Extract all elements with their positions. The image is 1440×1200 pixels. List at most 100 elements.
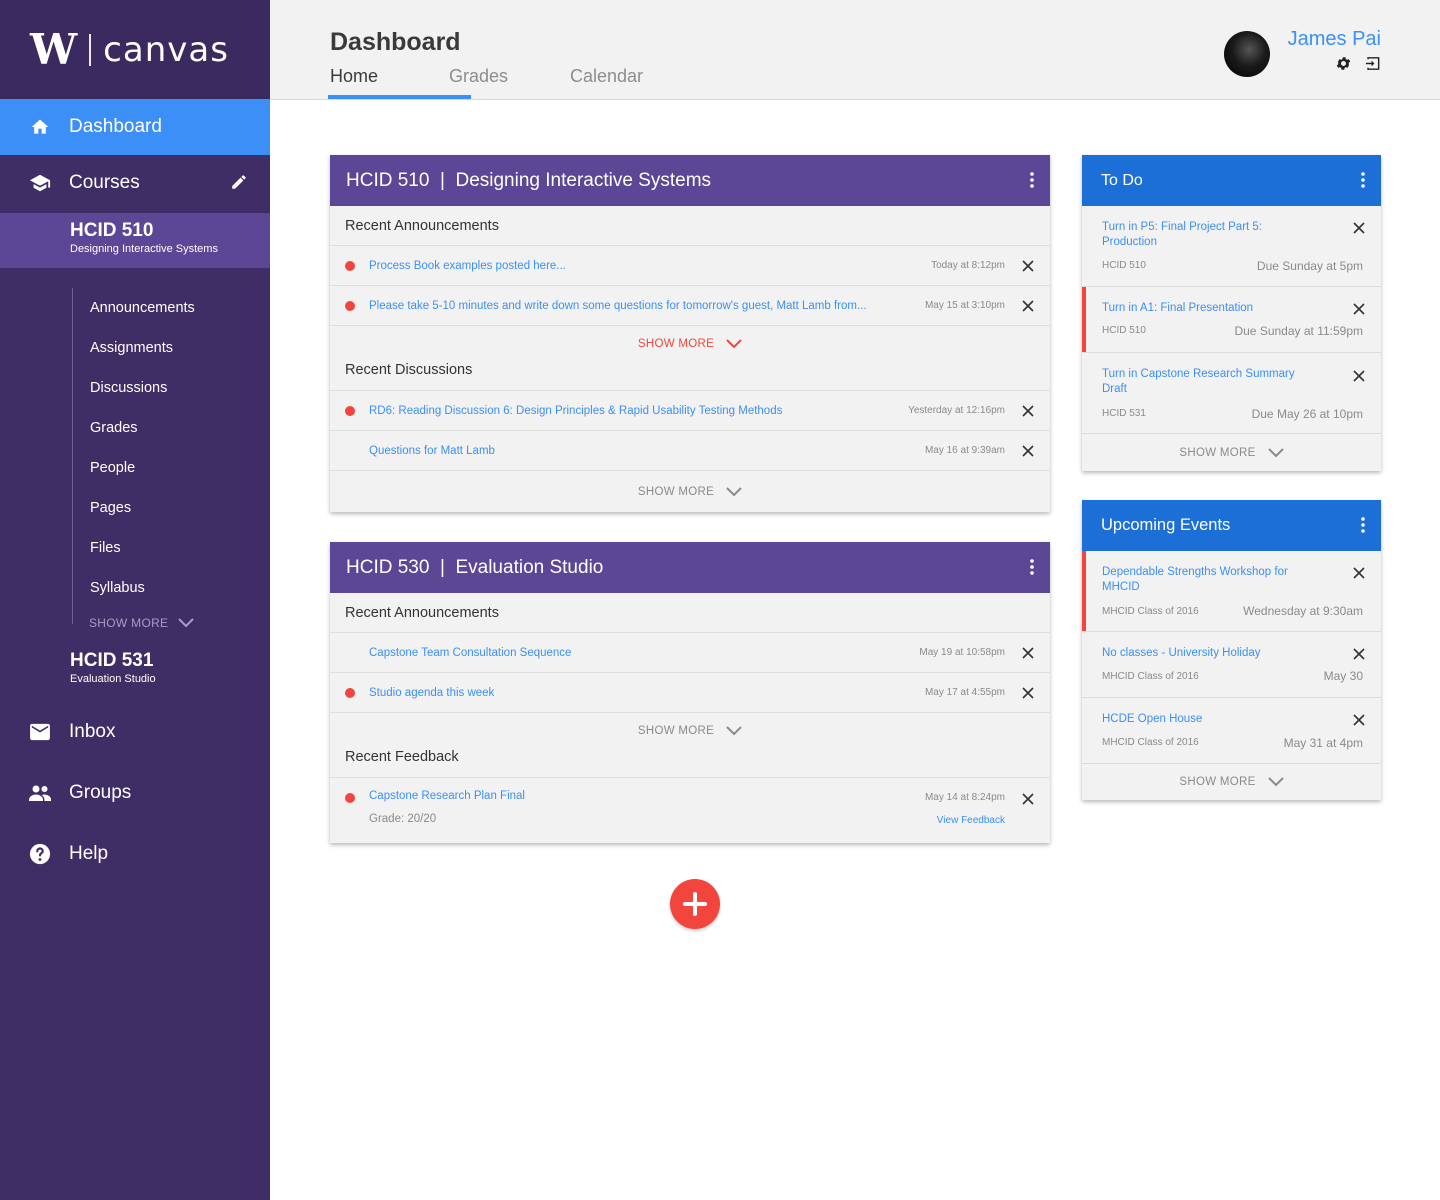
announcement-row[interactable]: Process Book examples posted here... Tod… <box>330 246 1050 286</box>
close-icon[interactable] <box>1353 566 1365 584</box>
sidebar-item-dashboard[interactable]: Dashboard <box>0 99 270 155</box>
show-more-button[interactable]: SHOW MORE <box>1082 434 1381 471</box>
announcement-row[interactable]: Please take 5-10 minutes and write down … <box>330 286 1050 326</box>
kebab-icon[interactable] <box>1361 172 1365 193</box>
event-title[interactable]: HCDE Open House <box>1102 712 1312 727</box>
subnav-discussions[interactable]: Discussions <box>73 368 270 408</box>
event-when: May 30 <box>1323 669 1363 683</box>
unread-dot <box>345 688 355 698</box>
gear-icon[interactable] <box>1335 55 1352 77</box>
discussion-row[interactable]: RD6: Reading Discussion 6: Design Princi… <box>330 391 1050 431</box>
todo-title[interactable]: Turn in P5: Final Project Part 5: Produc… <box>1102 220 1312 250</box>
close-icon[interactable] <box>1022 646 1034 664</box>
event-title[interactable]: Dependable Strengths Workshop for MHCID <box>1102 565 1312 595</box>
sidebar-item-groups[interactable]: Groups <box>0 765 270 821</box>
timestamp: Today at 8:12pm <box>931 260 1005 271</box>
announcement-link[interactable]: Process Book examples posted here... <box>369 260 566 272</box>
feedback-link[interactable]: Capstone Research Plan Final <box>369 790 525 802</box>
top-header: Dashboard Home Grades Calendar James Pai <box>270 0 1440 100</box>
sidebar-item-courses[interactable]: Courses <box>0 155 270 211</box>
add-course-button[interactable] <box>670 879 720 929</box>
announcement-link[interactable]: Studio agenda this week <box>369 687 494 699</box>
user-name[interactable]: James Pai <box>1288 28 1381 51</box>
pencil-icon[interactable] <box>230 173 248 197</box>
discussion-row[interactable]: Questions for Matt Lamb May 16 at 9:39am <box>330 431 1050 471</box>
close-icon[interactable] <box>1353 221 1365 239</box>
course-name: Evaluation Studio <box>70 673 156 685</box>
announcement-link[interactable]: Please take 5-10 minutes and write down … <box>369 300 867 312</box>
help-icon <box>28 842 52 866</box>
sidebar-item-inbox[interactable]: Inbox <box>0 704 270 760</box>
chevron-down-icon <box>1267 777 1284 787</box>
subnav-show-more[interactable]: SHOW MORE <box>73 608 270 638</box>
tab-calendar[interactable]: Calendar <box>570 66 643 99</box>
announcement-link[interactable]: Capstone Team Consultation Sequence <box>369 647 571 659</box>
sidebar-course-hcid531[interactable]: HCID 531 Evaluation Studio <box>0 650 270 685</box>
avatar[interactable] <box>1224 31 1270 77</box>
discussion-link[interactable]: Questions for Matt Lamb <box>369 445 495 457</box>
announcement-row[interactable]: Capstone Team Consultation Sequence May … <box>330 633 1050 673</box>
todo-item[interactable]: Turn in Capstone Research Summary Draft … <box>1082 353 1381 434</box>
event-when: May 31 at 4pm <box>1283 736 1363 750</box>
show-more-button[interactable]: SHOW MORE <box>330 326 1050 362</box>
kebab-icon[interactable] <box>1030 559 1034 581</box>
close-icon[interactable] <box>1353 369 1365 387</box>
discussion-link[interactable]: RD6: Reading Discussion 6: Design Princi… <box>369 405 782 417</box>
panel-header[interactable]: To Do <box>1082 155 1381 206</box>
subnav-announcements[interactable]: Announcements <box>73 288 270 328</box>
todo-item[interactable]: Turn in P5: Final Project Part 5: Produc… <box>1082 206 1381 287</box>
close-icon[interactable] <box>1353 302 1365 320</box>
event-title[interactable]: No classes - University Holiday <box>1102 646 1312 661</box>
show-more-button[interactable]: SHOW MORE <box>330 713 1050 749</box>
todo-title[interactable]: Turn in A1: Final Presentation <box>1102 301 1312 316</box>
show-more-label: SHOW MORE <box>637 485 715 498</box>
section-title: Recent Announcements <box>330 206 1050 246</box>
show-more-button[interactable]: SHOW MORE <box>1082 764 1381 800</box>
card-header[interactable]: HCID 510 | Designing Interactive Systems <box>330 155 1050 206</box>
subnav-pages[interactable]: Pages <box>73 488 270 528</box>
subnav-grades[interactable]: Grades <box>73 408 270 448</box>
card-header[interactable]: HCID 530 | Evaluation Studio <box>330 542 1050 593</box>
sidebar-item-help[interactable]: Help <box>0 826 270 882</box>
event-item[interactable]: No classes - University Holiday MHCID Cl… <box>1082 632 1381 698</box>
kebab-icon[interactable] <box>1361 517 1365 538</box>
todo-title[interactable]: Turn in Capstone Research Summary Draft <box>1102 367 1312 397</box>
todo-item[interactable]: Turn in A1: Final Presentation HCID 510 … <box>1082 287 1381 353</box>
announcement-row[interactable]: Studio agenda this week May 17 at 4:55pm <box>330 673 1050 713</box>
close-icon[interactable] <box>1022 792 1034 810</box>
event-item[interactable]: HCDE Open House MHCID Class of 2016 May … <box>1082 698 1381 764</box>
close-icon[interactable] <box>1353 713 1365 731</box>
todo-due: Due Sunday at 5pm <box>1256 259 1363 273</box>
logo[interactable]: W canvas <box>0 0 270 99</box>
people-icon <box>28 781 52 805</box>
close-icon[interactable] <box>1022 686 1034 704</box>
subnav-assignments[interactable]: Assignments <box>73 328 270 368</box>
event-group: MHCID Class of 2016 <box>1102 737 1199 748</box>
course-name: Designing Interactive Systems <box>70 243 218 255</box>
unread-dot <box>345 793 355 803</box>
tab-home[interactable]: Home <box>328 66 471 99</box>
page-title: Dashboard <box>330 28 461 56</box>
close-icon[interactable] <box>1022 299 1034 317</box>
chevron-down-icon <box>726 726 742 736</box>
show-more-button[interactable]: SHOW MORE <box>330 471 1050 512</box>
panel-header[interactable]: Upcoming Events <box>1082 500 1381 551</box>
close-icon[interactable] <box>1022 259 1034 277</box>
event-item[interactable]: Dependable Strengths Workshop for MHCID … <box>1082 551 1381 632</box>
sidebar-course-hcid510[interactable]: HCID 510 Designing Interactive Systems <box>0 213 270 268</box>
feedback-row[interactable]: Capstone Research Plan Final May 14 at 8… <box>330 778 1050 843</box>
show-more-label: SHOW MORE <box>1179 446 1256 459</box>
close-icon[interactable] <box>1353 647 1365 665</box>
view-feedback-link[interactable]: View Feedback <box>937 815 1005 826</box>
subnav-syllabus[interactable]: Syllabus <box>73 568 270 608</box>
lower-nav: Inbox Groups Help <box>0 704 270 882</box>
event-group: MHCID Class of 2016 <box>1102 671 1199 682</box>
course-code: HCID 531 <box>70 650 154 671</box>
close-icon[interactable] <box>1022 444 1034 462</box>
subnav-files[interactable]: Files <box>73 528 270 568</box>
tab-grades[interactable]: Grades <box>449 66 570 99</box>
close-icon[interactable] <box>1022 404 1034 422</box>
logout-icon[interactable] <box>1364 55 1382 77</box>
subnav-people[interactable]: People <box>73 448 270 488</box>
kebab-icon[interactable] <box>1030 172 1034 194</box>
